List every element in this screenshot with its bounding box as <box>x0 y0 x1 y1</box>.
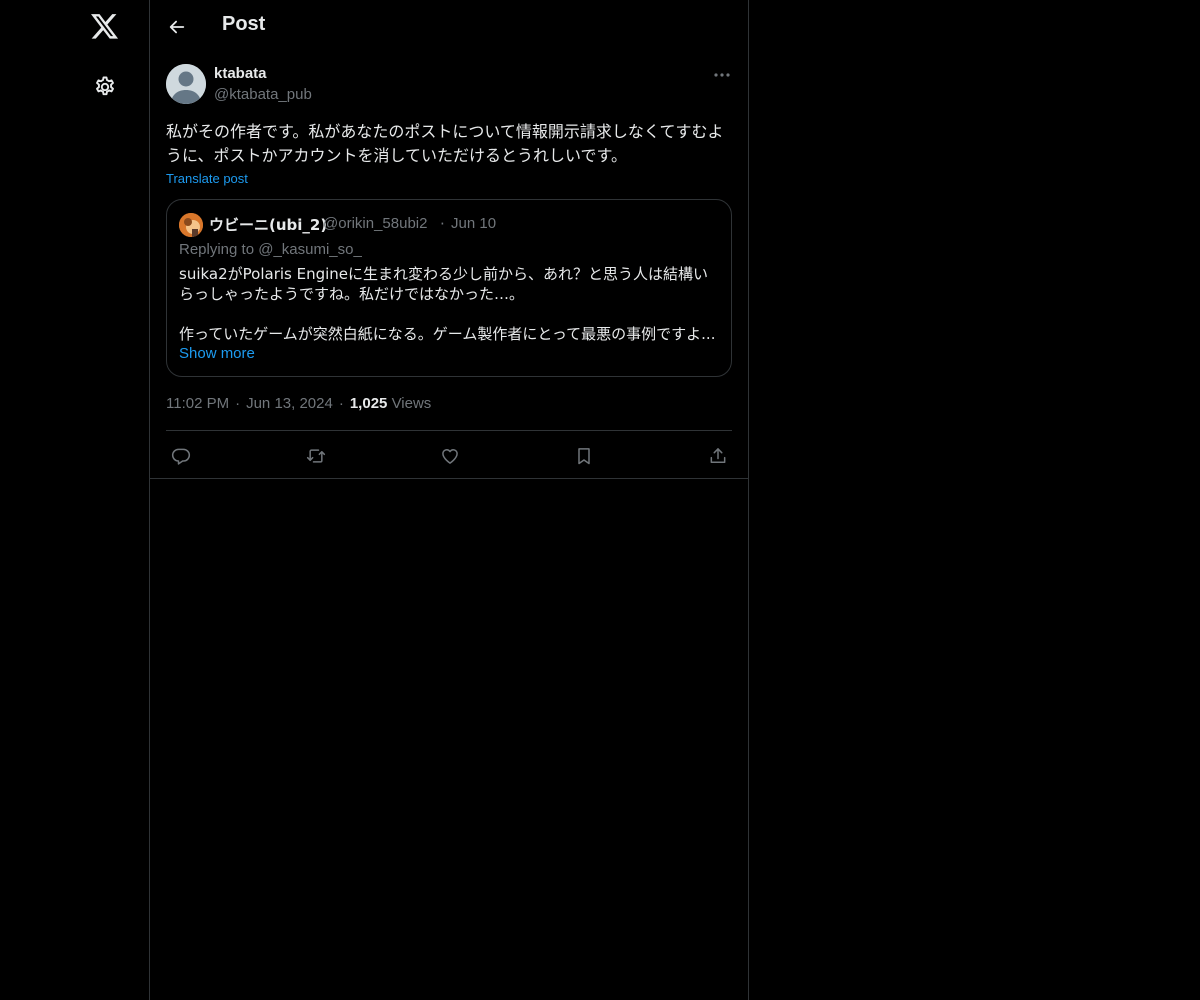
quote-date: Jun 10 <box>451 215 497 232</box>
post-time[interactable]: 11:02 PM <box>166 395 229 412</box>
left-nav <box>0 0 149 1000</box>
divider <box>166 430 732 431</box>
author-handle[interactable]: @ktabata_pub <box>214 86 312 103</box>
gear-icon[interactable] <box>86 68 124 106</box>
reply-icon[interactable] <box>165 440 197 472</box>
post: ktabata @ktabata_pub 私がその作者です。私があなたのポストに… <box>150 54 748 479</box>
quote-separator: · <box>440 215 445 233</box>
quote-text-paragraph-2: 作っていたゲームが突然白紙になる。ゲーム製作者にとって最悪の事例ですよ... <box>179 325 716 343</box>
views-count: 1,025 <box>349 395 388 412</box>
arrow-left-icon[interactable] <box>162 12 192 42</box>
views-label: Views <box>391 395 432 412</box>
show-more-link[interactable]: Show more <box>179 345 255 362</box>
meta-separator: · <box>235 395 241 412</box>
quoted-post[interactable]: ウビーニ(ubi_2) @orikin_58ubi2 · Jun 10 Repl… <box>166 199 732 377</box>
repost-icon[interactable] <box>300 440 332 472</box>
quote-avatar <box>179 213 203 237</box>
quote-replying-to: Replying to @_kasumi_so_ <box>179 241 362 258</box>
quote-text-paragraph: suika2がPolaris Engineに生まれ変わる少し前から、あれ？と思う… <box>179 265 709 303</box>
share-icon[interactable] <box>702 440 734 472</box>
more-options-icon[interactable] <box>706 64 738 86</box>
post-meta: 11:02 PM · Jun 13, 2024 · 1,025 Views <box>166 395 431 412</box>
bookmark-icon[interactable] <box>568 440 600 472</box>
quote-author-handle: @orikin_58ubi2 <box>323 215 428 232</box>
author-name[interactable]: ktabata <box>214 65 267 82</box>
post-text: 私がその作者です。私があなたのポストについて情報開示請求しなくてすむように、ポス… <box>166 122 724 165</box>
like-icon[interactable] <box>434 440 466 472</box>
header: Post <box>150 0 748 54</box>
main-column: Post ktabata @ktabata_pub 私がその作者です。私があなた… <box>149 0 749 1000</box>
translate-post-link[interactable]: Translate post <box>166 171 248 186</box>
post-date[interactable]: Jun 13, 2024 <box>246 395 333 412</box>
meta-separator: · <box>338 395 344 412</box>
avatar[interactable] <box>166 64 206 104</box>
quote-author-name: ウビーニ(ubi_2) <box>209 216 328 234</box>
page-title: Post <box>222 13 266 35</box>
x-logo-icon[interactable] <box>86 8 124 46</box>
